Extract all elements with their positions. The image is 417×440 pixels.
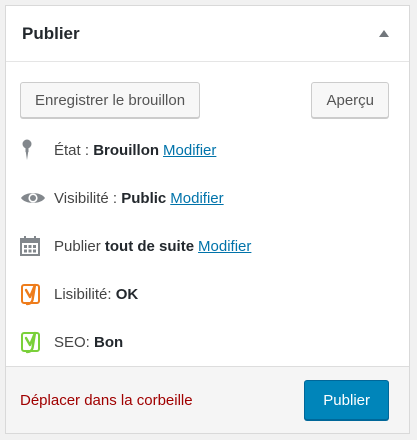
preview-button[interactable]: Aperçu [311, 82, 389, 118]
seo-row: SEO: Bon [20, 318, 395, 366]
visibility-value: Public [121, 189, 167, 207]
yoast-green-icon [20, 330, 48, 354]
publish-box-header[interactable]: Publier [6, 6, 409, 62]
status-value: Brouillon [93, 141, 160, 159]
visibility-label: Visibilité : [54, 189, 118, 207]
visibility-row: Visibilité : Public Modifier [20, 174, 395, 222]
schedule-row: Publier tout de suite Modifier [20, 222, 395, 270]
seo-value: Bon [94, 333, 124, 351]
publish-box: Publier Enregistrer le brouillon Aperçu … [5, 5, 410, 434]
major-publishing-actions: Déplacer dans la corbeille Publier [6, 366, 409, 433]
calendar-icon [20, 236, 48, 256]
collapse-arrow-icon[interactable] [379, 30, 389, 37]
schedule-label: Publier [54, 237, 101, 255]
readability-value: OK [115, 285, 139, 303]
edit-schedule-link[interactable]: Modifier [198, 238, 251, 255]
seo-label: SEO: [54, 333, 90, 351]
readability-row: Lisibilité: OK [20, 270, 395, 318]
eye-icon [20, 190, 48, 206]
misc-publishing-actions: État : Brouillon Modifier Visibilité : P… [6, 118, 409, 366]
readability-label: Lisibilité: [54, 285, 112, 303]
status-row: État : Brouillon Modifier [20, 126, 395, 174]
pin-icon [20, 139, 48, 161]
publish-box-title: Publier [22, 23, 80, 43]
edit-visibility-link[interactable]: Modifier [170, 190, 223, 207]
publish-button[interactable]: Publier [304, 380, 389, 420]
edit-status-link[interactable]: Modifier [163, 142, 216, 159]
schedule-value: tout de suite [104, 237, 195, 255]
status-label: État : [54, 141, 90, 159]
save-draft-button[interactable]: Enregistrer le brouillon [20, 82, 201, 118]
move-to-trash-link[interactable]: Déplacer dans la corbeille [20, 392, 193, 409]
minor-publishing-actions: Enregistrer le brouillon Aperçu [6, 62, 409, 118]
yoast-orange-icon [20, 282, 48, 306]
